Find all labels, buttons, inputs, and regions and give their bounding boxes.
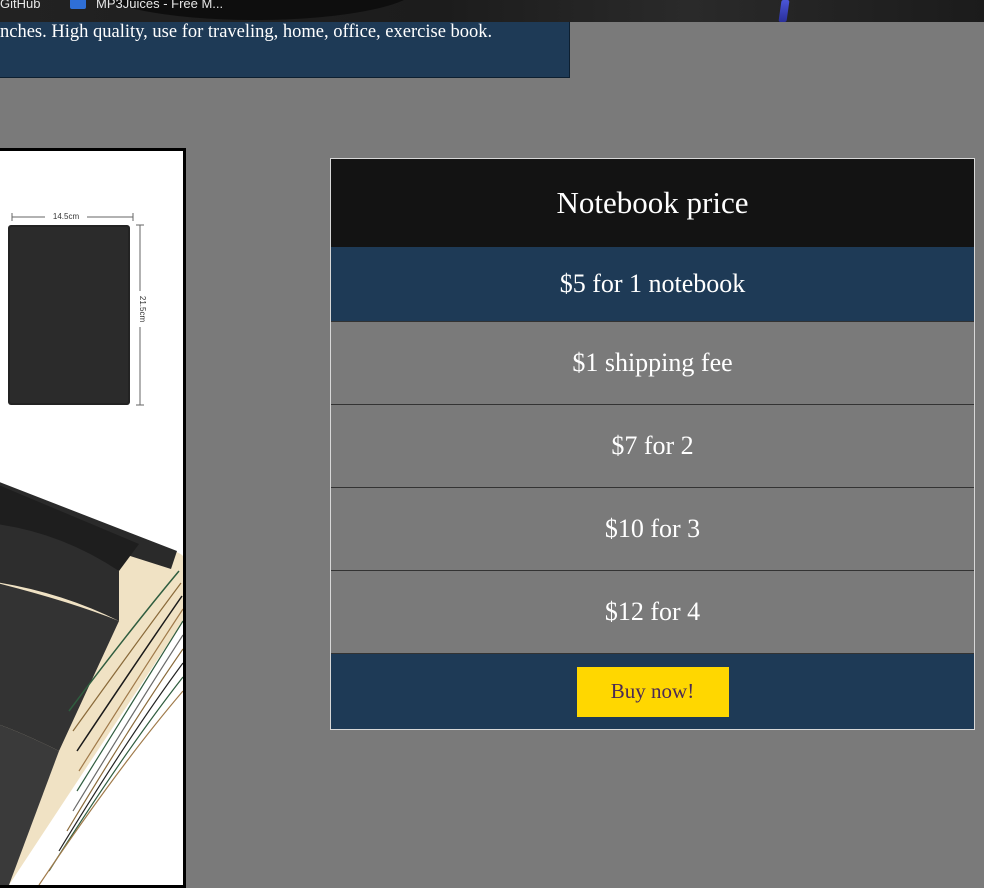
bookmarks-bar: GitHub MP3Juices - Free M... [0,0,984,22]
notebook-illustration: 14.5cm 21.5cm [0,211,183,885]
width-dimension-label: 14.5cm [53,212,80,221]
pricing-title: Notebook price [331,159,974,247]
price-row: $10 for 3 [331,488,974,571]
bookmark-app-icon [70,0,86,9]
pricing-footer: Buy now! [331,654,974,729]
pricing-table: Notebook price $5 for 1 notebook $1 ship… [330,158,975,730]
price-row: $7 for 2 [331,405,974,488]
bookmark-label: GitHub [0,0,41,11]
price-row: $12 for 4 [331,571,974,654]
height-dimension-label: 21.5cm [138,296,147,323]
bookmark-mp3juices[interactable]: MP3Juices - Free M... [70,0,223,11]
price-row: $5 for 1 notebook [331,247,974,322]
product-description: nches. High quality, use for traveling, … [0,22,570,78]
description-text: nches. High quality, use for traveling, … [0,22,493,42]
buy-now-button[interactable]: Buy now! [576,666,729,717]
bookmark-label: MP3Juices - Free M... [96,0,224,11]
background-decoration [778,0,790,22]
bookmark-github[interactable]: GitHub [0,0,40,11]
product-image: 14.5cm 21.5cm [0,148,186,888]
price-row: $1 shipping fee [331,322,974,405]
